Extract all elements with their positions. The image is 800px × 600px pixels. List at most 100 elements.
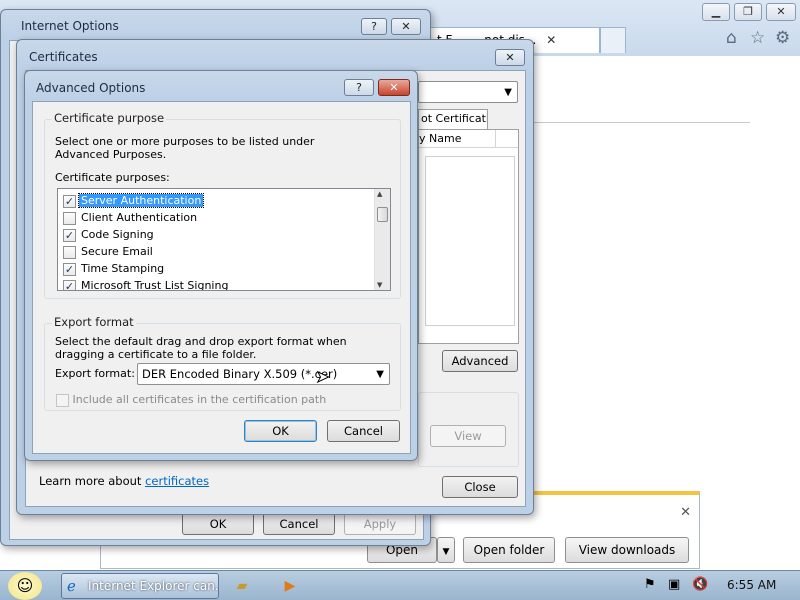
purpose-label: Time Stamping xyxy=(81,262,165,275)
purposes-scrollbar[interactable]: ▲ ▼ xyxy=(374,189,390,290)
purpose-label: Server Authentication xyxy=(77,193,205,208)
purpose-checkbox[interactable]: ✓ xyxy=(63,194,76,208)
purpose-row[interactable]: ✓ Time Stamping xyxy=(63,260,373,277)
volume-muted-icon[interactable]: 🔇 xyxy=(692,577,708,592)
internet-options-ok-button[interactable]: OK xyxy=(182,513,254,535)
purpose-row[interactable]: Client Authentication xyxy=(63,209,373,226)
purpose-checkbox[interactable] xyxy=(63,211,76,225)
new-tab-button[interactable] xyxy=(600,27,626,53)
purpose-label: Microsoft Trust List Signing xyxy=(81,279,229,291)
open-folder-button[interactable]: Open folder xyxy=(463,537,555,563)
chevron-down-icon: ▼ xyxy=(504,87,512,98)
export-format-group-label: Export format xyxy=(52,315,136,329)
advanced-button[interactable]: Advanced xyxy=(442,350,518,372)
friendly-name-column-header[interactable]: y Name xyxy=(419,130,461,148)
cert-tab-panel: y Name xyxy=(418,129,519,344)
open-dropdown-button[interactable]: ▼ xyxy=(437,537,455,563)
content-divider xyxy=(530,122,750,123)
certificates-close-button[interactable]: ✕ xyxy=(495,49,525,66)
export-format-select[interactable]: DER Encoded Binary X.509 (*.cer) ▼ xyxy=(137,363,390,385)
clock[interactable]: 6:55 AM xyxy=(727,578,776,592)
purpose-checkbox[interactable]: ✓ xyxy=(63,262,76,276)
tab-close-icon[interactable]: ✕ xyxy=(546,33,556,47)
column-divider xyxy=(495,130,496,148)
close-icon: ✕ xyxy=(505,51,515,64)
taskbar: ☺ ℯ Internet Explorer can... ▰ ▶ ⚑ ▣ 🔇 6… xyxy=(0,570,800,600)
help-icon: ? xyxy=(371,20,377,33)
network-icon[interactable]: ▣ xyxy=(668,577,680,592)
tab-trusted-root[interactable]: ot Certification xyxy=(418,109,488,129)
certificates-link[interactable]: certificates xyxy=(145,474,209,488)
smiley-icon: ☺ xyxy=(16,576,34,595)
purpose-row[interactable]: Secure Email xyxy=(63,243,373,260)
purpose-checkbox[interactable]: ✓ xyxy=(63,228,76,242)
purposes-list[interactable]: ✓ Server Authentication Client Authenticat… xyxy=(57,188,391,291)
help-button[interactable]: ? xyxy=(361,18,387,35)
certificates-close-action-button[interactable]: Close xyxy=(442,476,518,498)
explorer-folder-icon[interactable]: ▰ xyxy=(228,574,256,598)
certificate-purpose-group-label: Certificate purpose xyxy=(52,111,167,125)
download-bar-close-icon[interactable]: ✕ xyxy=(680,505,691,520)
close-icon: ✕ xyxy=(389,81,399,94)
include-all-label: Include all certificates in the certific… xyxy=(72,393,327,406)
minimize-button[interactable]: ▁ xyxy=(702,3,730,21)
view-button[interactable]: View xyxy=(430,425,506,447)
minimize-icon: ▁ xyxy=(711,5,721,18)
learn-more-label: Learn more about xyxy=(39,474,146,488)
purpose-description: Select one or more purposes to be listed… xyxy=(55,135,315,161)
export-description: Select the default drag and drop export … xyxy=(55,335,347,361)
purpose-row[interactable]: ✓ Microsoft Trust List Signing xyxy=(63,277,373,291)
certificates-title: Certificates xyxy=(29,50,98,64)
advanced-cancel-button[interactable]: Cancel xyxy=(327,420,400,442)
chevron-down-icon: ▼ xyxy=(376,369,384,380)
advanced-options-title: Advanced Options xyxy=(36,81,146,95)
taskbar-ie-label: Internet Explorer can... xyxy=(88,579,219,593)
media-player-icon[interactable]: ▶ xyxy=(276,574,304,598)
view-downloads-button[interactable]: View downloads xyxy=(565,537,689,563)
internet-options-close-button[interactable]: ✕ xyxy=(391,18,421,35)
start-button[interactable]: ☺ xyxy=(8,572,42,600)
taskbar-ie-button[interactable]: ℯ Internet Explorer can... xyxy=(61,573,219,599)
close-icon: ✕ xyxy=(401,20,411,33)
purpose-label: Secure Email xyxy=(81,245,153,258)
purpose-label: Client Authentication xyxy=(81,211,198,224)
purpose-checkbox[interactable] xyxy=(63,245,76,259)
learn-more-text: Learn more about certificates xyxy=(39,474,209,488)
cert-list: y Name xyxy=(419,130,518,148)
mouse-cursor-icon: ➤ xyxy=(315,367,330,387)
export-format-value: DER Encoded Binary X.509 (*.cer) xyxy=(142,367,338,381)
tools-gear-icon[interactable]: ⚙ xyxy=(775,28,790,48)
advanced-options-dialog: Advanced Options ? ✕ Certificate purpose… xyxy=(24,70,418,461)
advanced-options-body: Certificate purpose Select one or more p… xyxy=(32,101,411,454)
internet-options-apply-button[interactable]: Apply xyxy=(344,513,416,535)
purposes-label: Certificate purposes: xyxy=(55,171,170,184)
export-format-label: Export format: xyxy=(55,367,135,380)
purpose-row[interactable]: ✓ Server Authentication xyxy=(63,192,373,209)
purpose-checkbox[interactable]: ✓ xyxy=(63,279,76,290)
advanced-close-button[interactable]: ✕ xyxy=(378,79,410,96)
maximize-button[interactable]: ❐ xyxy=(734,3,762,21)
include-all-checkbox-row[interactable]: Include all certificates in the certific… xyxy=(56,393,326,407)
cert-list-body xyxy=(425,156,515,326)
purpose-label: Code Signing xyxy=(81,228,154,241)
ie-icon: ℯ xyxy=(67,577,76,595)
scroll-up-icon[interactable]: ▲ xyxy=(377,190,382,198)
home-icon[interactable]: ⌂ xyxy=(726,28,737,48)
advanced-ok-button[interactable]: OK xyxy=(244,420,317,442)
intended-purpose-select[interactable]: ▼ xyxy=(418,81,518,103)
restore-icon: ❐ xyxy=(743,5,753,18)
scrollbar-thumb[interactable] xyxy=(377,207,388,222)
close-button[interactable]: ✕ xyxy=(766,3,796,21)
purposes-list-items: ✓ Server Authentication Client Authenticat… xyxy=(63,192,373,291)
favorites-star-icon[interactable]: ☆ xyxy=(750,28,765,48)
include-all-checkbox[interactable] xyxy=(56,393,69,407)
help-icon: ? xyxy=(356,81,362,94)
chevron-down-icon: ▼ xyxy=(442,547,450,557)
action-center-flag-icon[interactable]: ⚑ xyxy=(644,577,656,592)
purpose-row[interactable]: ✓ Code Signing xyxy=(63,226,373,243)
internet-options-title: Internet Options xyxy=(21,19,119,33)
advanced-help-button[interactable]: ? xyxy=(344,79,374,96)
close-icon: ✕ xyxy=(776,5,786,18)
internet-options-cancel-button[interactable]: Cancel xyxy=(263,513,335,535)
scroll-down-icon[interactable]: ▼ xyxy=(377,281,382,289)
